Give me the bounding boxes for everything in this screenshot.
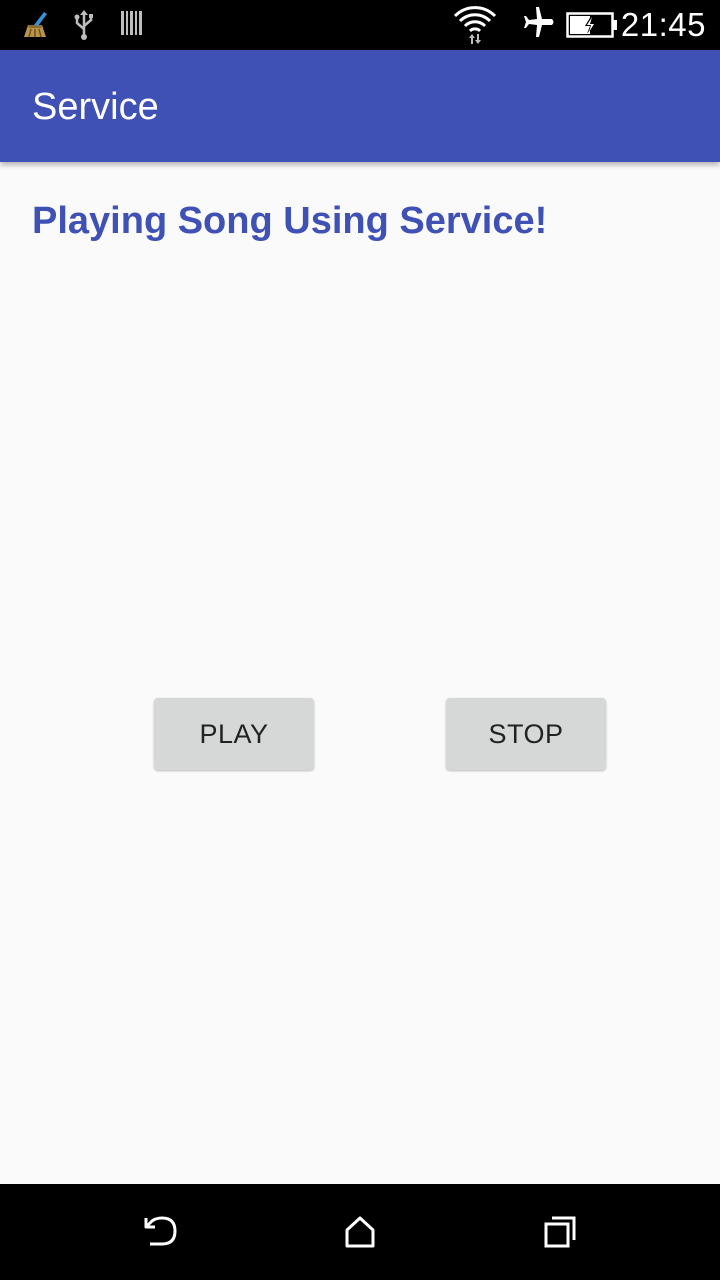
home-button[interactable] [320, 1202, 400, 1262]
play-button[interactable]: PLAY [154, 698, 314, 770]
wifi-icon [453, 6, 497, 44]
back-icon [144, 1216, 177, 1246]
battery-charging-icon [566, 12, 617, 38]
usb-icon [74, 10, 93, 40]
main-content: Playing Song Using Service! PLAY STOP [0, 162, 720, 1184]
app-title: Service [32, 86, 159, 128]
home-icon [345, 1216, 375, 1248]
clock: 21:45 [620, 6, 706, 43]
barcode-icon [121, 11, 142, 35]
app-bar: Service [0, 50, 720, 162]
status-bar: 21:45 [0, 0, 720, 50]
page-heading: Playing Song Using Service! [32, 200, 548, 242]
back-button[interactable] [120, 1202, 200, 1262]
navigation-bar [0, 1184, 720, 1280]
cleaner-app-icon [24, 12, 47, 38]
airplane-mode-icon [524, 7, 554, 37]
recents-button[interactable] [520, 1202, 600, 1262]
stop-button[interactable]: STOP [446, 698, 606, 770]
recents-icon [544, 1216, 576, 1248]
